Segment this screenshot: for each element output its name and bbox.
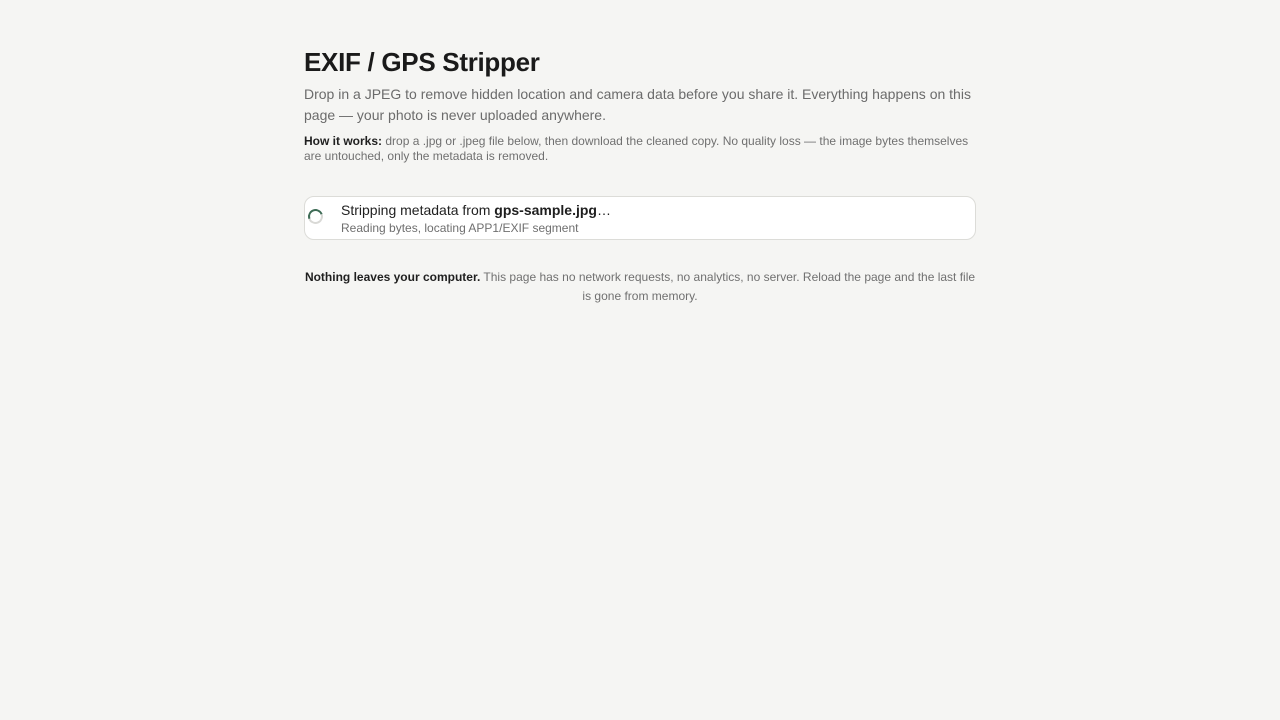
how-it-works-note: How it works: drop a .jpg or .jpeg file … [304,134,972,164]
privacy-lead: Nothing leaves your computer. [304,270,481,284]
loading-spinner-icon [305,206,326,227]
privacy-text: This page has no network requests, no an… [480,270,976,303]
status-suffix: … [596,202,611,218]
processing-status-card: Stripping metadata from gps-sample.jpg… … [304,196,976,240]
page-title: EXIF / GPS Stripper [304,47,540,77]
how-it-works-lead: How it works: [304,134,383,148]
privacy-note: Nothing leaves your computer. This page … [304,268,976,306]
page-subtitle: Drop in a JPEG to remove hidden location… [304,86,971,123]
status-detail: Reading bytes, locating APP1/EXIF segmen… [341,221,579,235]
how-it-works-text: drop a .jpg or .jpeg file below, then do… [304,134,969,163]
status-message: Stripping metadata from gps-sample.jpg… [341,202,611,219]
status-filename: gps-sample.jpg [494,202,597,218]
status-prefix: Stripping metadata from [341,202,495,218]
